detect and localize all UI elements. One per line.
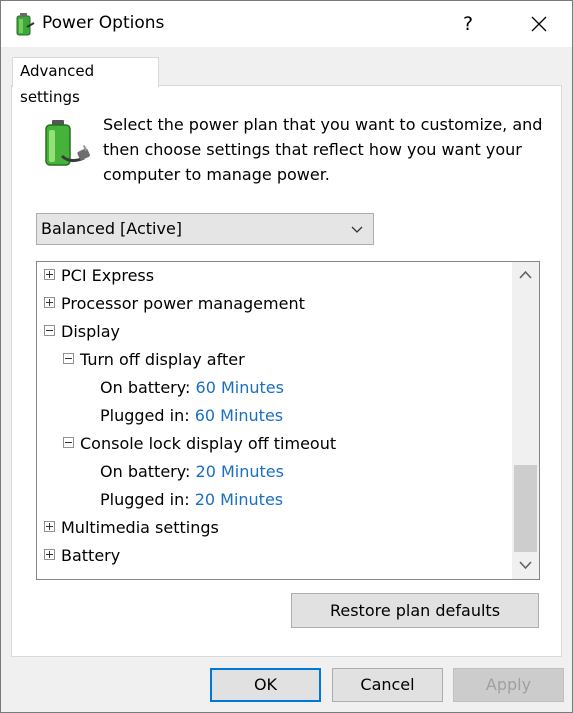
plus-box-icon[interactable] (44, 521, 55, 532)
chevron-down-icon (351, 226, 363, 233)
tree-item-display[interactable]: Display (44, 318, 120, 346)
power-plan-value: Balanced [Active] (41, 219, 183, 238)
tree-item-battery[interactable]: Battery (44, 542, 120, 570)
console-on-battery-value[interactable]: 20 Minutes (196, 462, 284, 481)
tree-item-pci-express[interactable]: PCI Express (44, 262, 154, 290)
display-plugged-in-value[interactable]: 60 Minutes (195, 406, 283, 425)
close-button[interactable] (519, 9, 559, 39)
plus-box-icon[interactable] (44, 297, 55, 308)
chevron-up-icon[interactable] (519, 270, 532, 279)
advanced-settings-panel: Select the power plan that you want to c… (11, 85, 562, 657)
close-icon (531, 16, 547, 32)
settings-tree[interactable]: PCI Express Processor power management D… (36, 261, 540, 580)
ok-button[interactable]: OK (210, 668, 321, 702)
vertical-scrollbar[interactable] (512, 262, 539, 579)
window-title: Power Options (42, 13, 165, 33)
plus-box-icon[interactable] (44, 549, 55, 560)
minus-box-icon[interactable] (63, 437, 74, 448)
minus-box-icon[interactable] (63, 353, 74, 364)
minus-box-icon[interactable] (44, 325, 55, 336)
console-plugged-in-value[interactable]: 20 Minutes (195, 490, 283, 509)
power-plan-select[interactable]: Balanced [Active] (36, 213, 374, 245)
display-on-battery-value[interactable]: 60 Minutes (196, 378, 284, 397)
tree-item-console-plugged-in[interactable]: Plugged in: 20 Minutes (100, 486, 283, 514)
tree-item-console-lock[interactable]: Console lock display off timeout (63, 430, 336, 458)
tree-item-display-on-battery[interactable]: On battery: 60 Minutes (100, 374, 284, 402)
tree-item-multimedia[interactable]: Multimedia settings (44, 514, 219, 542)
chevron-down-icon[interactable] (519, 561, 532, 570)
plus-box-icon[interactable] (44, 269, 55, 280)
tree-item-display-plugged-in[interactable]: Plugged in: 60 Minutes (100, 402, 283, 430)
tab-advanced-settings[interactable]: Advanced settings (12, 57, 159, 106)
help-button[interactable]: ? (451, 9, 485, 39)
power-options-icon (16, 13, 35, 36)
tree-item-console-on-battery[interactable]: On battery: 20 Minutes (100, 458, 284, 486)
description-text: Select the power plan that you want to c… (103, 115, 543, 184)
tree-item-processor[interactable]: Processor power management (44, 290, 305, 318)
cancel-button[interactable]: Cancel (332, 668, 443, 702)
apply-button[interactable]: Apply (453, 668, 564, 702)
restore-plan-defaults-button[interactable]: Restore plan defaults (291, 593, 539, 628)
power-options-window: Power Options ? Advanced settings Select… (0, 0, 573, 713)
title-bar: Power Options ? (1, 1, 572, 47)
scrollbar-thumb[interactable] (514, 465, 537, 552)
tree-item-turn-off-display[interactable]: Turn off display after (63, 346, 245, 374)
battery-plug-icon (45, 120, 90, 166)
